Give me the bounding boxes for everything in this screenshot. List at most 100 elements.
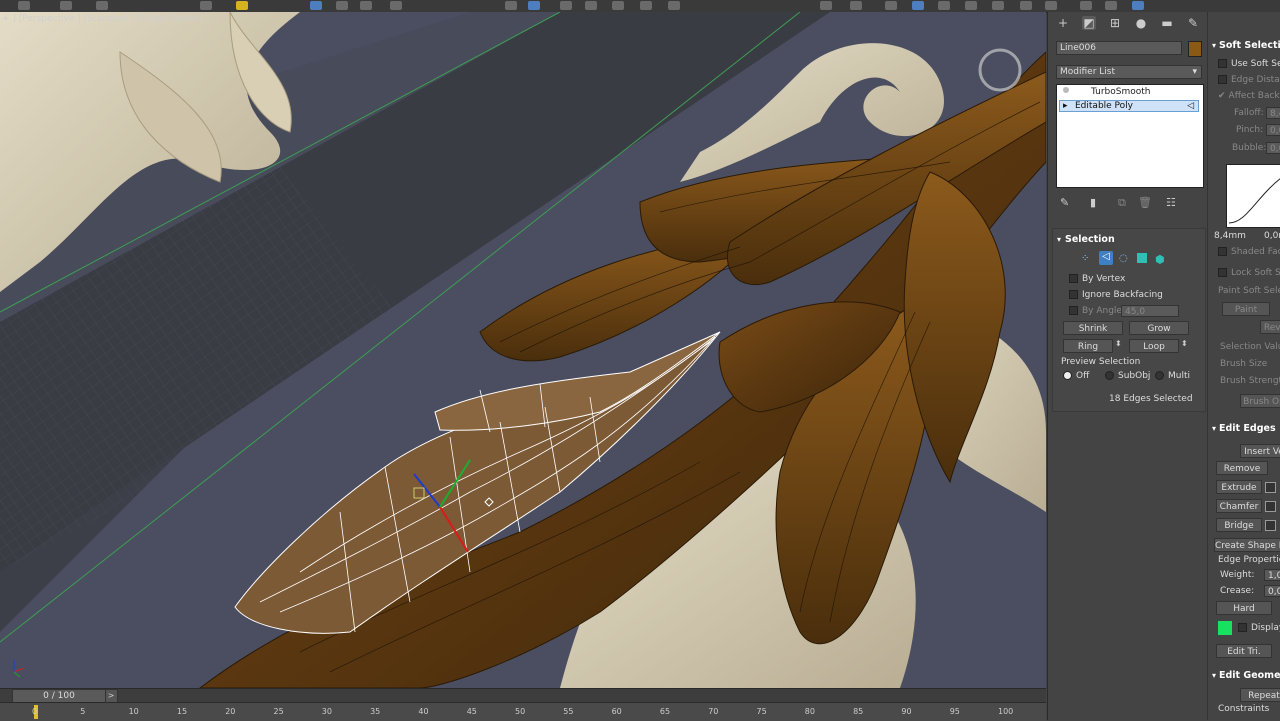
render-cloud-icon[interactable] <box>1045 1 1057 10</box>
chamfer-button[interactable]: Chamfer <box>1216 499 1262 513</box>
star-icon[interactable] <box>236 1 248 10</box>
edit-named-icon[interactable] <box>640 1 652 10</box>
weight-spinner[interactable]: 1,0 <box>1264 569 1280 581</box>
snap-icon[interactable] <box>528 1 540 10</box>
expand-arrow-icon[interactable]: ▸ <box>1063 101 1068 111</box>
ring-spinner-icon[interactable]: ⬍ <box>1115 339 1122 348</box>
edge-distance-checkbox[interactable]: Edge Distance <box>1218 75 1280 85</box>
redo-icon[interactable] <box>60 1 72 10</box>
preview-subobj-radio[interactable]: SubObj <box>1105 371 1150 381</box>
bridge-button[interactable]: Bridge <box>1216 518 1262 532</box>
element-mode-icon[interactable]: ⬢ <box>1155 253 1167 266</box>
hard-button[interactable]: Hard <box>1216 601 1272 615</box>
ignore-backfacing-checkbox[interactable]: Ignore Backfacing <box>1069 290 1163 300</box>
select-icon[interactable] <box>200 1 212 10</box>
rollout-toggle-soft-selection[interactable]: ▾Soft Selection <box>1212 40 1280 51</box>
scene-render[interactable] <box>0 12 1046 688</box>
viewport-label[interactable]: + ] [Perspective ] [Standard ] [Edged Fa… <box>2 14 203 24</box>
brush-options-button[interactable]: Brush Op <box>1240 394 1280 408</box>
extrude-settings-icon[interactable] <box>1265 482 1276 493</box>
reference-icon[interactable] <box>505 1 517 10</box>
time-slider-next-icon[interactable]: > <box>104 689 118 703</box>
material-editor-icon[interactable] <box>912 1 924 10</box>
perspective-viewport[interactable]: + ] [Perspective ] [Standard ] [Edged Fa… <box>0 12 1046 688</box>
by-vertex-checkbox[interactable]: By Vertex <box>1069 274 1125 284</box>
paint-button[interactable]: Paint <box>1222 302 1270 316</box>
modifier-stack-item-editable-poly[interactable]: ▸ Editable Poly ◁ <box>1059 100 1199 112</box>
modify-tab-icon[interactable]: ◩ <box>1082 16 1096 30</box>
edit-tri-button[interactable]: Edit Tri. <box>1216 644 1272 658</box>
ring-button[interactable]: Ring <box>1063 339 1113 353</box>
render-frame-icon[interactable] <box>965 1 977 10</box>
spinner-snap-icon[interactable] <box>612 1 624 10</box>
render-icon[interactable] <box>992 1 1004 10</box>
modifier-stack[interactable]: TurboSmooth ▸ Editable Poly ◁ <box>1056 84 1204 188</box>
shrink-button[interactable]: Shrink <box>1063 321 1123 335</box>
object-name-field[interactable]: Line006 <box>1056 41 1182 55</box>
border-mode-icon[interactable]: ◌ <box>1119 253 1133 265</box>
use-soft-selection-checkbox[interactable]: Use Soft Selection <box>1218 59 1280 69</box>
loop-spinner-icon[interactable]: ⬍ <box>1181 339 1188 348</box>
pin-stack-icon[interactable]: ✎ <box>1060 196 1069 209</box>
vertex-mode-icon[interactable]: ⁘ <box>1081 253 1095 265</box>
display-tab-icon[interactable]: ▬ <box>1160 16 1174 30</box>
crease-spinner[interactable]: 0,0 <box>1264 585 1280 597</box>
mirror-icon[interactable] <box>668 1 680 10</box>
hierarchy-tab-icon[interactable]: ⊞ <box>1108 16 1122 30</box>
select-move-icon[interactable] <box>310 1 322 10</box>
remove-button[interactable]: Remove <box>1216 461 1268 475</box>
create-shape-button[interactable]: Create Shape Fr <box>1214 538 1280 552</box>
show-end-result-icon[interactable]: ▮ <box>1090 196 1096 209</box>
object-color-swatch[interactable] <box>1188 41 1202 57</box>
time-slider-thumb[interactable]: 0 / 100 <box>12 689 106 703</box>
lock-soft-selection-checkbox[interactable]: Lock Soft Select <box>1218 268 1280 278</box>
workspace-icon[interactable] <box>1080 1 1092 10</box>
rotate-icon[interactable] <box>336 1 348 10</box>
by-angle-spinner[interactable]: 45,0 <box>1121 305 1179 317</box>
utilities-tab-icon[interactable]: ✎ <box>1186 16 1200 30</box>
display-hard-edges-checkbox[interactable]: Display H <box>1238 623 1280 633</box>
rollout-toggle-edit-edges[interactable]: ▾ Edit Edges <box>1212 423 1276 434</box>
remove-modifier-icon[interactable]: 🗑 <box>1138 196 1152 209</box>
chamfer-settings-icon[interactable] <box>1265 501 1276 512</box>
scale-icon[interactable] <box>360 1 372 10</box>
affect-backfacing-checkbox[interactable]: ✔Affect Backfacing <box>1218 91 1280 101</box>
bubble-spinner[interactable]: 0,0 <box>1266 142 1280 154</box>
motion-tab-icon[interactable]: ● <box>1134 16 1148 30</box>
undo-icon[interactable] <box>18 1 30 10</box>
bridge-settings-icon[interactable] <box>1265 520 1276 531</box>
modifier-stack-item-turbosmooth[interactable]: TurboSmooth <box>1059 87 1199 99</box>
eye-icon[interactable] <box>1063 87 1069 93</box>
scene-explorer-icon[interactable] <box>1105 1 1117 10</box>
hard-edge-color-swatch[interactable] <box>1218 621 1232 635</box>
loop-button[interactable]: Loop <box>1129 339 1179 353</box>
render-setup-icon[interactable] <box>938 1 950 10</box>
make-unique-icon[interactable]: ⧉ <box>1118 196 1126 210</box>
layer-icon[interactable] <box>820 1 832 10</box>
grow-button[interactable]: Grow <box>1129 321 1189 335</box>
viewport-layout-icon[interactable] <box>1132 1 1144 10</box>
graph-editor-icon[interactable] <box>850 1 862 10</box>
by-angle-checkbox[interactable]: By Angle: <box>1069 306 1125 316</box>
time-slider[interactable]: > 0 / 100 <box>0 688 1046 703</box>
create-tab-icon[interactable]: + <box>1056 16 1070 30</box>
preview-multi-radio[interactable]: Multi <box>1155 371 1190 381</box>
track-bar[interactable]: 0 5 10 15 20 25 30 35 40 45 50 55 60 65 70 75 80 85 90 95 10… <box>0 702 1046 721</box>
placement-icon[interactable] <box>390 1 402 10</box>
render-iterative-icon[interactable] <box>1020 1 1032 10</box>
polygon-mode-icon[interactable] <box>1137 253 1147 263</box>
preview-off-radio[interactable]: Off <box>1063 371 1089 381</box>
revert-button[interactable]: Reve <box>1260 320 1280 334</box>
repeat-last-button[interactable]: Repeat <box>1240 688 1280 702</box>
modifier-list-dropdown[interactable]: Modifier List ▾ <box>1056 65 1202 79</box>
link-icon[interactable] <box>96 1 108 10</box>
rollout-toggle-edit-geometry[interactable]: ▾Edit Geometr <box>1212 670 1280 681</box>
insert-vertex-button[interactable]: Insert Ve <box>1240 444 1280 458</box>
rollout-toggle-selection[interactable]: ▾ Selection <box>1057 234 1115 245</box>
schematic-icon[interactable] <box>885 1 897 10</box>
angle-snap-icon[interactable] <box>560 1 572 10</box>
percent-snap-icon[interactable] <box>585 1 597 10</box>
configure-modifier-sets-icon[interactable]: ☷ <box>1166 196 1176 209</box>
extrude-button[interactable]: Extrude <box>1216 480 1262 494</box>
edge-mode-icon[interactable]: ◁ <box>1099 251 1113 265</box>
